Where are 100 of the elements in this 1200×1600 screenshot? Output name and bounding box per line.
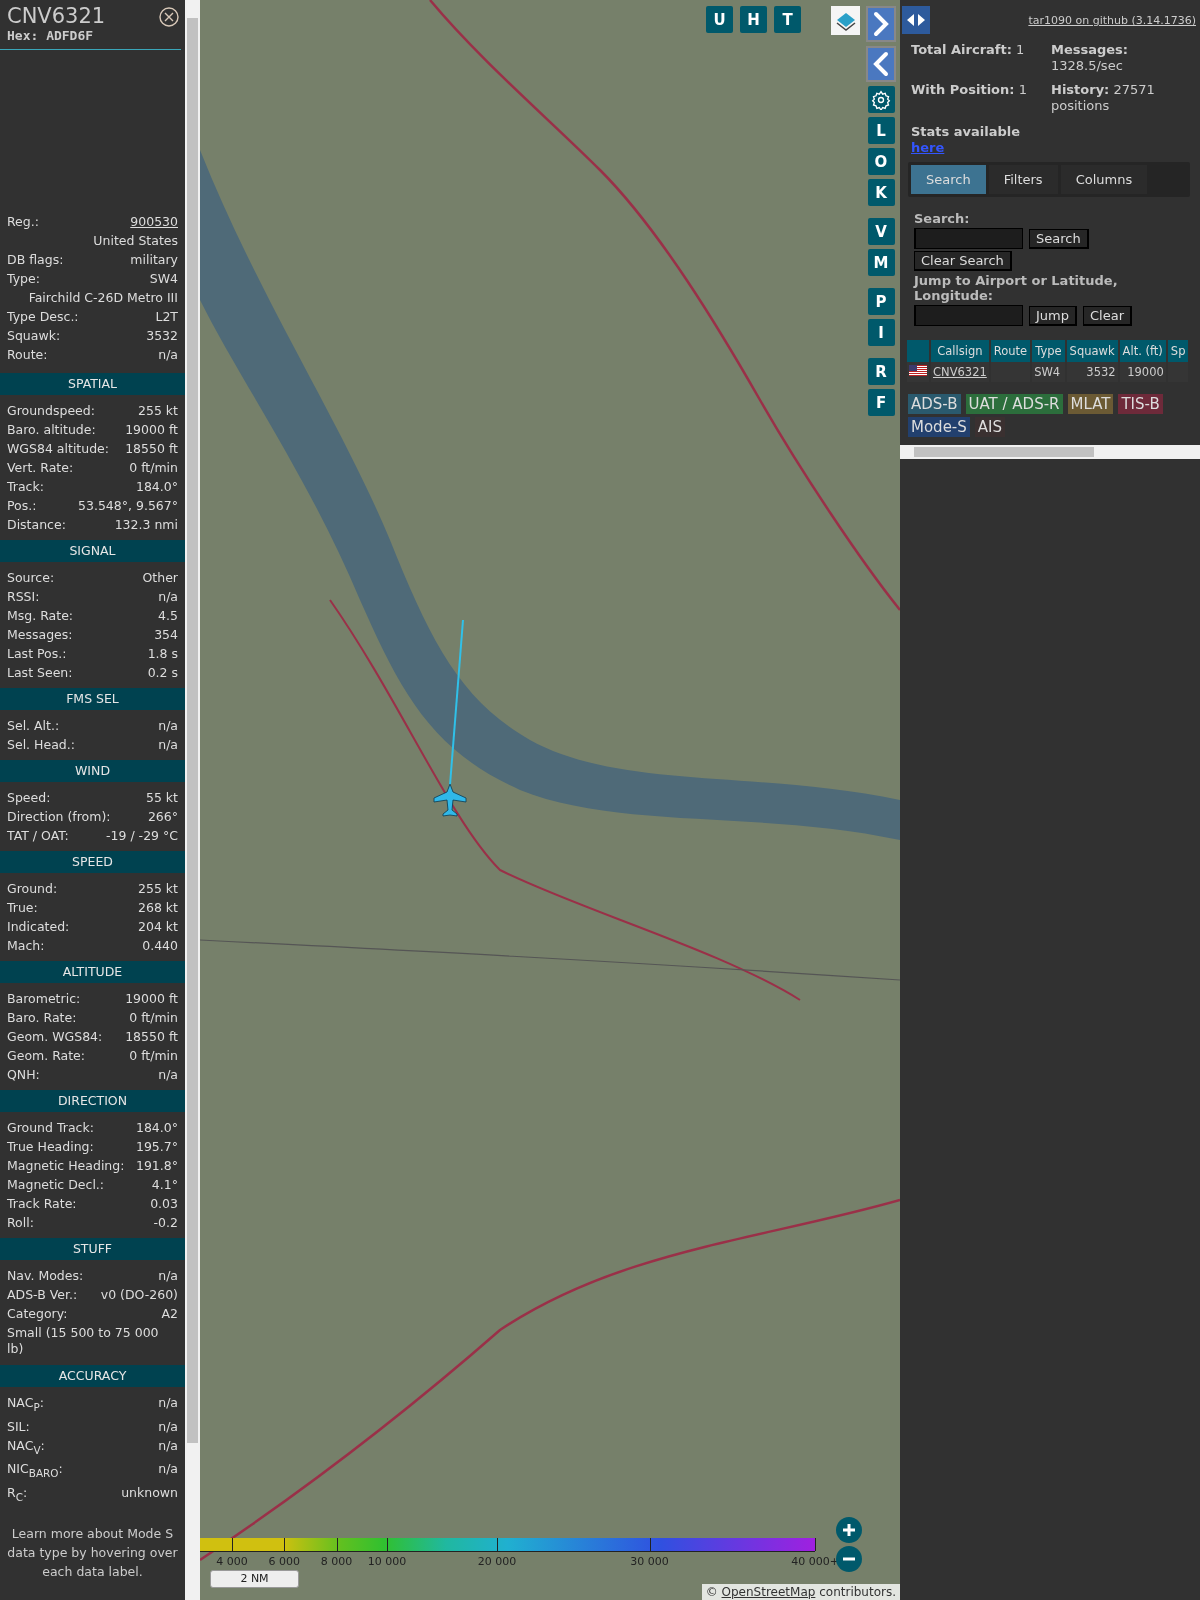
- field-label: NAC$_{P}$:: [7, 1394, 44, 1415]
- column-header[interactable]: Alt. (ft): [1119, 340, 1166, 362]
- toggle-button[interactable]: F: [867, 389, 895, 416]
- flag-icon: [909, 364, 927, 377]
- field-label: Speed:: [7, 789, 51, 807]
- field-label: Last Seen:: [7, 664, 73, 682]
- toggle-button[interactable]: H: [740, 6, 767, 33]
- field-label: Direction (from):: [7, 808, 111, 826]
- field-label: Pos.:: [7, 497, 37, 515]
- table-cell: [990, 362, 1031, 382]
- field-label: Track Rate:: [7, 1195, 77, 1213]
- layers-button[interactable]: [831, 6, 860, 35]
- field-label: Indicated:: [7, 918, 70, 936]
- scrollbar[interactable]: [185, 0, 200, 1600]
- field-value: 0 ft/min: [129, 1009, 178, 1027]
- field-value: 191.8°: [135, 1157, 178, 1175]
- field-value: 55 kt: [145, 789, 178, 807]
- field-value: 255 kt: [138, 402, 178, 420]
- map[interactable]: U H T L O K V M P I R F 4 000 6 000 8 000 10 000 20 000 30 000 40 000+ 2 NM © OpenStreetMap contributors.: [200, 0, 900, 1600]
- field-value: 4.5: [158, 607, 178, 625]
- search-field[interactable]: [914, 228, 1023, 249]
- field-value: 19000 ft: [125, 421, 178, 439]
- source-tag: AIS: [974, 417, 1006, 437]
- field-label: Msg. Rate:: [7, 607, 74, 625]
- field-value: 19000 ft: [125, 990, 178, 1008]
- field-value: Other: [142, 569, 178, 587]
- field-value: n/a: [158, 1417, 178, 1436]
- toggle-button[interactable]: V: [867, 218, 895, 245]
- field-label: Sel. Alt.:: [7, 717, 60, 735]
- field-value: 354: [154, 626, 178, 644]
- clear-search-button[interactable]: Clear Search: [914, 251, 1012, 271]
- panel-toggle-button[interactable]: [902, 6, 930, 34]
- stat-text: History: 27571 positions: [1051, 82, 1156, 114]
- column-header[interactable]: Type: [1032, 340, 1065, 362]
- section-header: STUFF: [0, 1238, 185, 1260]
- field-label: DB flags:: [7, 251, 64, 269]
- hex-code: Hex: ADFD6F: [0, 28, 181, 50]
- column-header[interactable]: Sp: [1167, 340, 1189, 362]
- version-link[interactable]: tar1090 on github (3.14.1736): [1028, 14, 1196, 27]
- attribution-link[interactable]: OpenStreetMap: [721, 1585, 816, 1599]
- field-label: Category:: [7, 1305, 68, 1323]
- close-button[interactable]: [159, 7, 179, 27]
- registration-link[interactable]: 900530: [130, 212, 178, 231]
- tab[interactable]: Filters: [988, 165, 1058, 194]
- field-value: 268 kt: [138, 899, 178, 917]
- section-header: SIGNAL: [0, 540, 185, 562]
- jump-label: Jump to Airport or Latitude, Longitude:: [914, 273, 1119, 303]
- horizontal-scrollbar[interactable]: [900, 445, 1200, 459]
- table-cell: 3532: [1066, 362, 1118, 382]
- section-header: SPATIAL: [0, 373, 185, 395]
- stat-text: With Position: 1: [911, 82, 1028, 98]
- field-value: A2: [161, 1305, 178, 1323]
- field-label: QNH:: [7, 1066, 40, 1084]
- field-label: ADS-B Ver.:: [7, 1286, 78, 1304]
- zoom-in-button[interactable]: [836, 1517, 862, 1543]
- field-value: United States: [93, 232, 178, 250]
- field-value: 0.2 s: [147, 664, 178, 682]
- field-value: 266°: [147, 808, 178, 826]
- field-value: L2T: [155, 308, 178, 326]
- field-value: 195.7°: [135, 1138, 178, 1156]
- section-header: ALTITUDE: [0, 961, 185, 983]
- field-value: n/a: [158, 736, 178, 754]
- jump-button[interactable]: Jump: [1029, 305, 1077, 326]
- zoom-out-button[interactable]: [836, 1546, 862, 1572]
- legend-label: 30 000: [630, 1555, 669, 1568]
- field-value: 0.03: [150, 1195, 178, 1213]
- search-label: Search:: [914, 211, 971, 226]
- clear-button[interactable]: Clear: [1083, 305, 1132, 326]
- toggle-button[interactable]: K: [867, 179, 895, 206]
- aircraft-icon: [433, 783, 467, 817]
- column-header[interactable]: Squawk: [1066, 340, 1118, 362]
- toggle-button[interactable]: M: [867, 249, 895, 276]
- column-header[interactable]: Callsign: [931, 340, 989, 362]
- settings-button[interactable]: [867, 86, 895, 113]
- search-button[interactable]: Search: [1029, 228, 1089, 249]
- source-tag: ADS-B: [908, 394, 961, 414]
- jump-field[interactable]: [914, 305, 1023, 326]
- stats-note: Stats available: [911, 124, 1021, 139]
- source-tag: Mode-S: [908, 417, 970, 437]
- source-tag: TIS-B: [1118, 394, 1163, 414]
- stat-text: Total Aircraft: 1: [911, 42, 1026, 58]
- field-label: Magnetic Heading:: [7, 1157, 125, 1175]
- tab[interactable]: Search: [911, 165, 986, 194]
- next-button[interactable]: [866, 6, 896, 42]
- toggle-button[interactable]: I: [867, 319, 895, 346]
- section-header: DIRECTION: [0, 1090, 185, 1112]
- toggle-button[interactable]: T: [774, 6, 801, 33]
- toggle-button[interactable]: R: [867, 358, 895, 385]
- field-value: 18550 ft: [125, 1028, 178, 1046]
- toggle-button[interactable]: P: [867, 288, 895, 315]
- close-icon: [159, 7, 179, 27]
- toggle-button[interactable]: U: [706, 6, 733, 33]
- field-label: Last Pos.:: [7, 645, 67, 663]
- column-header[interactable]: Route: [990, 340, 1031, 362]
- toggle-button[interactable]: O: [867, 148, 895, 175]
- field-value: 18550 ft: [125, 440, 178, 458]
- tab[interactable]: Columns: [1060, 165, 1148, 194]
- previous-button[interactable]: [866, 46, 896, 82]
- toggle-button[interactable]: L: [867, 117, 895, 144]
- field-value: military: [130, 251, 178, 269]
